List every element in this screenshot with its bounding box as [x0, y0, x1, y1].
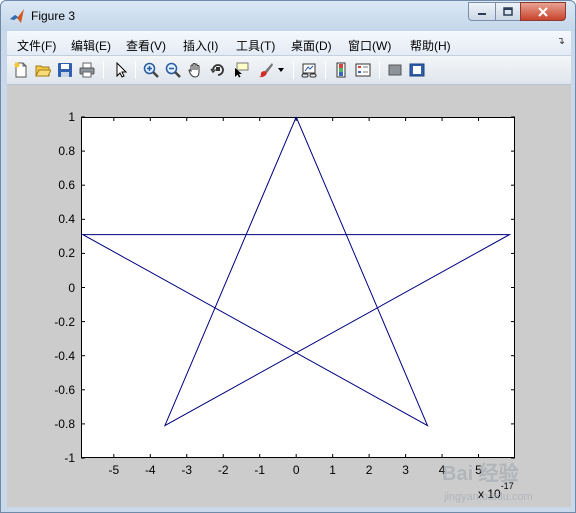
hide-plot-tools-icon [388, 64, 402, 76]
svg-text:jingyan.baidu.com: jingyan.baidu.com [443, 491, 533, 503]
x-tick-label: -5 [108, 463, 120, 477]
maximize-button[interactable] [495, 2, 521, 21]
edit-plot-button[interactable] [111, 60, 131, 80]
insert-colorbar-icon [336, 62, 346, 78]
insert-legend-button[interactable] [353, 60, 373, 80]
menu-insert[interactable]: 插入(I) [183, 37, 218, 54]
menu-view[interactable]: 查看(V) [126, 37, 166, 54]
save-icon [58, 63, 72, 77]
new-figure-icon [14, 62, 27, 78]
insert-legend-icon [355, 63, 371, 77]
y-tick-label: -0.2 [54, 314, 75, 329]
toolbar-separator [293, 61, 294, 79]
x-tick-label: -2 [217, 463, 229, 477]
brush-dropdown-button[interactable] [276, 60, 286, 80]
y-tick-label: 0.2 [58, 246, 75, 261]
svg-text:Bai 经验: Bai 经验 [442, 461, 519, 485]
rotate-3d-button[interactable] [208, 60, 228, 80]
menu-edit[interactable]: 编辑(E) [71, 37, 111, 54]
y-tick-label: 0.8 [58, 144, 75, 159]
y-tick-label: 0 [68, 280, 75, 295]
x-tick-label: 3 [402, 463, 409, 477]
link-plot-button[interactable] [299, 60, 319, 80]
hide-plot-tools-button[interactable] [385, 60, 405, 80]
toolbar-separator [103, 61, 104, 79]
new-figure-button[interactable] [11, 60, 31, 80]
brush-icon [259, 63, 273, 78]
matlab-logo-icon [9, 8, 25, 24]
data-cursor-button[interactable] [231, 60, 251, 80]
print-button[interactable] [77, 60, 97, 80]
toolbar-separator [135, 61, 136, 79]
open-file-icon [35, 65, 51, 77]
insert-colorbar-button[interactable] [331, 60, 351, 80]
zoom-in-icon [143, 62, 159, 78]
rotate-3d-icon [210, 64, 224, 76]
menu-tools[interactable]: 工具(T) [236, 37, 275, 54]
pan-button[interactable] [185, 60, 205, 80]
menu-window[interactable]: 窗口(W) [348, 37, 391, 54]
menu-file[interactable]: 文件(F) [17, 37, 56, 54]
y-tick-label: 0.6 [58, 178, 75, 193]
edit-plot-arrow-icon [116, 62, 128, 78]
title-bar[interactable]: Figure 3 [1, 1, 575, 31]
show-plot-tools-button[interactable] [407, 60, 427, 80]
save-button[interactable] [55, 60, 75, 80]
y-tick-label: -1 [64, 451, 75, 465]
zoom-in-button[interactable] [141, 60, 161, 80]
y-tick-label: 0.4 [58, 212, 75, 227]
x-tick-label: 0 [292, 463, 300, 477]
close-icon [538, 6, 548, 17]
menu-bar: 文件(F) 编辑(E) 查看(V) 插入(I) 工具(T) 桌面(D) 窗口(W… [7, 31, 571, 56]
data-cursor-icon [235, 62, 249, 78]
star-series-line [80, 116, 512, 427]
zoom-out-icon [165, 62, 181, 78]
print-icon [79, 62, 95, 78]
minimize-icon [478, 12, 486, 15]
x-tick-label: -4 [144, 463, 156, 477]
baidu-watermark-logo: Bai 经验 jingyan.baidu.com [442, 461, 533, 503]
brush-button[interactable] [256, 60, 276, 80]
brush-dropdown-icon [278, 68, 284, 72]
y-tick-label: -0.4 [54, 348, 75, 363]
link-plot-icon [301, 63, 317, 78]
x-tick-label: -1 [254, 463, 266, 477]
open-file-button[interactable] [33, 60, 53, 80]
chevron-double-down-icon[interactable]: ↴ [557, 36, 565, 47]
figure-toolbar [7, 56, 571, 85]
y-tick-label: -0.6 [54, 382, 75, 397]
show-plot-tools-icon [409, 63, 425, 77]
close-button[interactable] [520, 2, 566, 21]
y-tick-label: -0.8 [54, 416, 75, 431]
toolbar-separator [325, 61, 326, 79]
menu-help[interactable]: 帮助(H) [410, 37, 451, 54]
window-title: Figure 3 [31, 9, 76, 23]
minimize-button[interactable] [468, 2, 496, 21]
maximize-icon [503, 6, 513, 16]
x-tick-label: 1 [329, 463, 336, 477]
y-tick-label: 1 [68, 110, 75, 124]
x-tick-label: -3 [181, 463, 193, 477]
x-tick-label: 2 [365, 463, 373, 477]
toolbar-separator [379, 61, 380, 79]
zoom-out-button[interactable] [163, 60, 183, 80]
pan-hand-icon [188, 62, 200, 78]
menu-desktop[interactable]: 桌面(D) [291, 37, 332, 54]
plot-area [80, 116, 515, 459]
